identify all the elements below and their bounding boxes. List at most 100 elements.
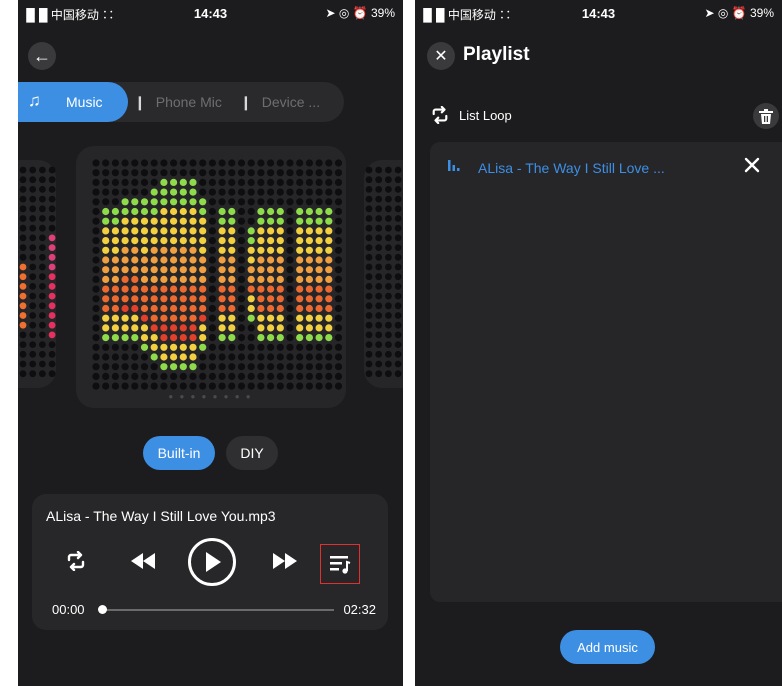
led-dot [199, 198, 207, 206]
led-dot [92, 304, 100, 313]
led-dot [315, 207, 323, 216]
builtin-button[interactable]: Built-in [143, 436, 215, 470]
led-dot [48, 205, 56, 213]
tab-device[interactable]: ❙ Device ... [240, 94, 320, 111]
play-button[interactable] [188, 538, 236, 586]
led-dot [121, 353, 129, 361]
led-dot [305, 159, 313, 167]
led-dot [160, 304, 168, 313]
loop-mode-toggle[interactable]: List Loop [429, 106, 512, 124]
led-dot [394, 292, 402, 300]
led-dot [199, 324, 207, 332]
prev-effect-card[interactable] [18, 160, 56, 388]
led-dot [179, 227, 187, 235]
loop-button[interactable] [64, 549, 88, 573]
led-dot [150, 363, 158, 371]
list-item[interactable]: ALisa - The Way I Still Love ... [430, 156, 782, 182]
led-dot [179, 256, 187, 264]
led-dot [111, 188, 119, 196]
led-dot [394, 321, 402, 329]
led-dot [19, 215, 27, 222]
back-arrow-icon: ← [33, 45, 51, 66]
led-dot [218, 207, 226, 216]
led-dot [92, 246, 100, 254]
led-dot [179, 382, 187, 390]
back-button[interactable]: ← [28, 42, 56, 70]
led-dot [325, 256, 333, 264]
led-dot [385, 321, 392, 329]
led-dot [19, 224, 27, 232]
diy-button[interactable]: DIY [226, 436, 278, 470]
playlist-button[interactable] [320, 544, 360, 584]
led-dot [102, 314, 110, 322]
led-dot [385, 253, 392, 261]
tab-music[interactable]: ♫ Music [18, 82, 128, 122]
led-dot [237, 363, 246, 371]
total-time: 02:32 [343, 602, 376, 617]
led-dot [48, 302, 56, 310]
tab-phone-mic[interactable]: ❙ Phone Mic [134, 94, 222, 111]
led-dot [267, 207, 275, 216]
led-dot [131, 256, 139, 264]
led-dot [334, 159, 342, 167]
led-dot [296, 227, 304, 235]
led-dot [170, 363, 178, 371]
led-dot [170, 314, 178, 322]
close-button[interactable]: ✕ [427, 42, 455, 70]
close-icon [744, 157, 760, 173]
led-dot [394, 176, 402, 184]
next-button[interactable] [270, 549, 300, 573]
led-dot [179, 275, 187, 283]
led-dot [247, 159, 255, 167]
add-music-button[interactable]: Add music [560, 630, 655, 664]
led-dot [150, 295, 158, 303]
led-dot [375, 370, 383, 378]
next-effect-card[interactable] [364, 160, 403, 388]
led-dot [305, 304, 313, 313]
led-dot [199, 237, 207, 245]
loop-mode-label: List Loop [459, 107, 512, 123]
led-dot [286, 334, 294, 342]
remove-item-button[interactable] [744, 156, 760, 179]
led-dot [286, 266, 294, 274]
led-dot [29, 283, 37, 290]
led-dot [19, 292, 27, 300]
led-dot [394, 350, 402, 358]
led-dot [208, 256, 216, 264]
led-dot [247, 363, 255, 371]
led-dot [92, 324, 100, 332]
led-dot [394, 341, 402, 348]
progress-handle[interactable] [98, 605, 107, 614]
led-dot [237, 324, 246, 332]
led-dot [19, 370, 27, 378]
previous-button[interactable] [128, 549, 158, 573]
led-dot [305, 227, 313, 235]
led-dot [218, 198, 226, 206]
led-dot [208, 382, 216, 390]
led-dot [305, 334, 313, 342]
led-dot [48, 215, 56, 222]
led-dot [131, 314, 139, 322]
led-dot [189, 363, 197, 371]
led-dot [39, 166, 46, 174]
led-dot [394, 234, 402, 242]
led-dot [121, 178, 129, 186]
progress-track[interactable] [102, 609, 334, 611]
led-dot [394, 273, 402, 281]
led-dot [170, 237, 178, 245]
clear-playlist-button[interactable] [753, 103, 779, 129]
led-dot [29, 312, 37, 319]
led-dot [19, 283, 27, 290]
led-dot [296, 178, 304, 186]
loop-icon [67, 551, 85, 571]
led-dot [334, 324, 342, 332]
led-dot [286, 343, 294, 351]
led-dot [29, 205, 37, 213]
led-dot [121, 227, 129, 235]
led-dot [48, 350, 56, 358]
led-dot [121, 363, 129, 371]
music-screen: ▐▌█ 中国移动 ∷ 14:43 ➤ ◎ ⏰ 39% ← ♫ Music ❙ Ph… [18, 0, 403, 686]
led-dot [394, 166, 402, 174]
led-dot [218, 295, 226, 303]
led-dot [48, 244, 56, 251]
